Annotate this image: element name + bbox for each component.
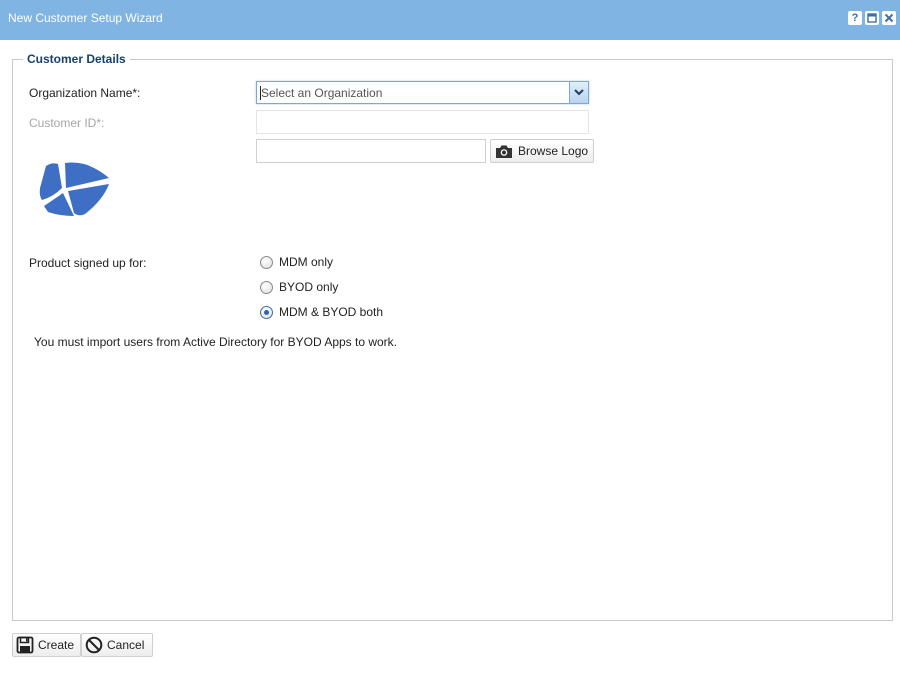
radio-mdm-only-label: MDM only	[279, 255, 334, 269]
browse-logo-label: Browse Logo	[518, 144, 589, 158]
create-button-label: Create	[38, 638, 75, 652]
cancel-icon	[85, 636, 103, 654]
organization-select-placeholder: Select an Organization	[261, 86, 383, 100]
browse-logo-button[interactable]: Browse Logo	[490, 139, 594, 163]
help-button[interactable]: ?	[848, 11, 862, 25]
chevron-down-icon	[574, 89, 584, 96]
byod-import-notice: You must import users from Active Direct…	[34, 335, 398, 349]
customer-details-legend: Customer Details	[27, 52, 126, 66]
window-titlebar: New Customer Setup Wizard ?	[0, 0, 900, 40]
organization-dropdown-button[interactable]	[569, 82, 588, 103]
product-signed-up-label: Product signed up for:	[29, 256, 147, 270]
window-controls: ?	[848, 11, 896, 25]
organization-select[interactable]: Select an Organization	[256, 81, 589, 104]
organization-name-label: Organization Name*:	[29, 86, 141, 100]
radio-mdm-byod-both[interactable]: MDM & BYOD both	[260, 305, 383, 319]
radio-button[interactable]	[260, 255, 273, 269]
cancel-button-label: Cancel	[107, 638, 145, 652]
logo-path-input[interactable]	[256, 139, 486, 163]
radio-mdm-only[interactable]: MDM only	[260, 255, 333, 269]
customer-id-input	[256, 110, 589, 134]
radio-byod-only-label: BYOD only	[279, 280, 339, 294]
radio-byod-only[interactable]: BYOD only	[260, 280, 338, 294]
close-button[interactable]	[882, 11, 896, 25]
save-icon	[16, 636, 34, 654]
radio-mdm-byod-both-label: MDM & BYOD both	[279, 305, 384, 319]
help-icon: ?	[851, 12, 859, 24]
create-button[interactable]: Create	[12, 633, 81, 657]
maximize-button[interactable]	[865, 11, 879, 25]
maximize-icon	[867, 13, 877, 23]
radio-button-selected[interactable]	[260, 305, 273, 319]
window-title: New Customer Setup Wizard	[8, 11, 163, 25]
cancel-button[interactable]: Cancel	[81, 633, 153, 657]
company-logo	[39, 162, 109, 216]
camera-icon	[496, 145, 512, 158]
radio-button[interactable]	[260, 280, 273, 294]
close-icon	[884, 13, 894, 23]
customer-id-label: Customer ID*:	[29, 116, 105, 130]
